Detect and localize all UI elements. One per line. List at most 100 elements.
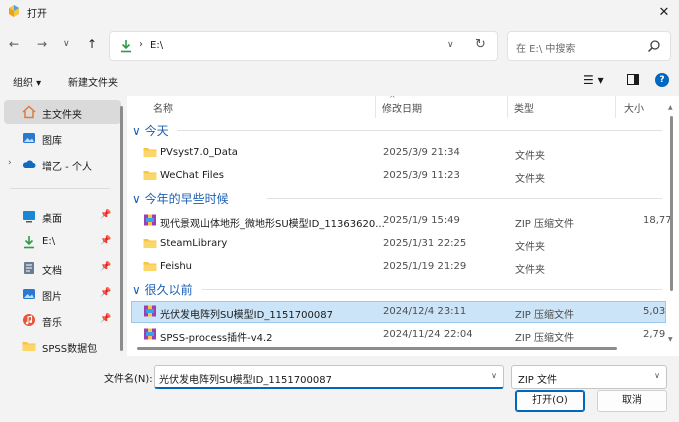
file-name: 现代景观山体地形_微地形SU模型ID_11363620... xyxy=(160,219,385,230)
sidebar-item-label: 桌面 xyxy=(42,214,62,225)
file-type: 文件夹 xyxy=(515,242,545,253)
file-name: SPSS-process插件-v4.2 xyxy=(160,333,273,344)
filename-input[interactable]: 光伏发电阵列SU模型ID_1151700087 ∨ xyxy=(154,365,504,389)
file-type: ZIP 压缩文件 xyxy=(515,219,575,230)
group-divider xyxy=(267,198,662,199)
list-item[interactable]: SteamLibrary 2025/1/31 22:25 文件夹 xyxy=(131,233,666,255)
sidebar-scrollbar[interactable] xyxy=(120,106,123,351)
file-date: 2025/3/9 11:23 xyxy=(383,170,460,181)
file-date: 2025/1/9 15:49 xyxy=(383,215,460,226)
download-icon xyxy=(24,236,34,249)
sidebar-item-label: E:\ xyxy=(42,236,56,247)
preview-pane-icon[interactable] xyxy=(627,74,639,85)
group-header-long-ago[interactable]: ∨ 很久以前 xyxy=(132,281,193,298)
address-bar[interactable]: › E:\ ∨ ↻ xyxy=(109,31,498,61)
column-header-size[interactable]: 大小 xyxy=(624,100,644,115)
desktop-icon xyxy=(23,211,35,223)
breadcrumb-separator[interactable]: › xyxy=(139,39,143,50)
folder-icon xyxy=(143,171,157,180)
file-type: ZIP 压缩文件 xyxy=(515,333,575,344)
recent-locations-button[interactable]: ∨ xyxy=(63,39,70,49)
breadcrumb-path[interactable]: E:\ xyxy=(150,40,163,51)
chevron-down-icon: ∨ xyxy=(654,371,660,380)
group-divider xyxy=(202,289,662,290)
scroll-up-arrow-icon[interactable]: ▲ xyxy=(668,104,673,111)
music-icon xyxy=(23,314,35,326)
scrollbar-thumb[interactable] xyxy=(670,116,673,291)
open-button[interactable]: 打开(O) xyxy=(515,390,585,412)
file-list: ^ 名称 修改日期 类型 大小 ∨ 今天 PVsyst7.0_Data 2025… xyxy=(127,96,679,356)
folder-icon xyxy=(143,262,157,271)
list-item[interactable]: SPSS-process插件-v4.2 2024/11/24 22:04 ZIP… xyxy=(131,324,666,346)
folder-icon xyxy=(22,342,36,351)
list-item-selected[interactable]: 光伏发电阵列SU模型ID_1151700087 2024/12/4 23:11 … xyxy=(131,301,666,323)
filename-value[interactable]: 光伏发电阵列SU模型ID_1151700087 xyxy=(159,371,332,386)
app-icon xyxy=(9,5,19,17)
file-type: ZIP 压缩文件 xyxy=(515,310,575,321)
search-input[interactable]: 在 E:\ 中搜索 xyxy=(507,31,671,61)
sidebar-item-e-drive[interactable]: E:\ 📌 xyxy=(0,230,121,254)
horizontal-scrollbar[interactable] xyxy=(137,347,617,350)
pin-icon: 📌 xyxy=(100,288,112,298)
forward-button[interactable]: → xyxy=(37,37,47,51)
home-icon xyxy=(22,105,36,119)
file-size: 5,03 xyxy=(643,306,666,317)
list-item[interactable]: 现代景观山体地形_微地形SU模型ID_11363620... 2025/1/9 … xyxy=(131,210,672,232)
help-icon[interactable]: ? xyxy=(655,73,669,87)
filetype-select[interactable]: ZIP 文件 ∨ xyxy=(511,365,667,389)
file-name: WeChat Files xyxy=(160,170,224,181)
sidebar-item-gallery[interactable]: 图库 xyxy=(0,126,121,150)
sidebar-item-spss[interactable]: SPSS数据包 xyxy=(0,334,121,358)
column-header-date[interactable]: 修改日期 xyxy=(382,100,422,115)
expand-chevron-icon[interactable]: › xyxy=(8,158,12,168)
list-item[interactable]: Feishu 2025/1/19 21:29 文件夹 xyxy=(131,256,666,278)
file-date: 2025/3/9 21:34 xyxy=(383,147,460,158)
cancel-button[interactable]: 取消 xyxy=(597,390,667,412)
list-item[interactable]: PVsyst7.0_Data 2025/3/9 21:34 文件夹 xyxy=(131,142,666,164)
file-name: Feishu xyxy=(160,261,193,272)
collapse-chevron-icon: ∨ xyxy=(132,283,141,297)
filetype-value: ZIP 文件 xyxy=(518,375,558,386)
zip-archive-icon xyxy=(144,214,156,226)
group-label: 今年的早些时候 xyxy=(144,192,229,206)
refresh-button[interactable]: ↻ xyxy=(475,37,486,52)
back-button[interactable]: ← xyxy=(9,37,19,51)
address-row: ← → ∨ ↑ › E:\ ∨ ↻ 在 E:\ 中搜索 xyxy=(0,28,679,64)
group-header-earlier-this-year[interactable]: ∨ 今年的早些时候 xyxy=(132,190,229,207)
search-icon[interactable] xyxy=(647,39,661,53)
scroll-down-arrow-icon[interactable]: ▼ xyxy=(668,336,673,343)
address-dropdown-button[interactable]: ∨ xyxy=(447,40,454,50)
sidebar-item-label: SPSS数据包 xyxy=(42,344,98,355)
chevron-down-icon[interactable]: ∨ xyxy=(491,371,497,380)
sidebar-item-home[interactable]: 主文件夹 xyxy=(4,100,121,124)
pictures-icon xyxy=(23,289,35,299)
filename-label: 文件名(N): xyxy=(104,374,153,385)
up-button[interactable]: ↑ xyxy=(87,37,97,51)
new-folder-button[interactable]: 新建文件夹 xyxy=(68,74,118,89)
column-header-name[interactable]: 名称 xyxy=(153,100,173,115)
organize-menu-button[interactable]: 组织 ▾ xyxy=(13,74,41,89)
column-divider[interactable] xyxy=(375,96,376,118)
close-button[interactable]: ✕ xyxy=(649,0,679,24)
group-header-today[interactable]: ∨ 今天 xyxy=(132,122,169,139)
column-header-type[interactable]: 类型 xyxy=(514,100,534,115)
sidebar-item-documents[interactable]: 文档 📌 xyxy=(0,256,121,280)
zip-archive-icon xyxy=(144,305,156,317)
view-options-button[interactable]: ☰ ▾ xyxy=(583,73,604,87)
search-placeholder: 在 E:\ 中搜索 xyxy=(516,44,576,55)
folder-icon xyxy=(143,239,157,248)
sidebar-item-onedrive[interactable]: › 增乙 - 个人 xyxy=(0,152,121,176)
list-item[interactable]: WeChat Files 2025/3/9 11:23 文件夹 xyxy=(131,165,666,187)
sidebar-item-label: 文档 xyxy=(42,266,62,277)
gallery-icon xyxy=(23,133,35,143)
sidebar-item-music[interactable]: 音乐 📌 xyxy=(0,308,121,332)
column-divider[interactable] xyxy=(507,96,508,118)
command-bar: 组织 ▾ 新建文件夹 ☰ ▾ ? xyxy=(0,66,679,94)
file-type: 文件夹 xyxy=(515,151,545,162)
navigation-pane: 主文件夹 图库 › 增乙 - 个人 桌面 📌 E:\ 📌 文档 📌 图片 📌 音… xyxy=(0,96,127,356)
column-divider[interactable] xyxy=(615,96,616,118)
sidebar-item-desktop[interactable]: 桌面 📌 xyxy=(0,204,121,228)
vertical-scrollbar[interactable]: ▲ ▼ xyxy=(667,104,675,344)
file-date: 2025/1/31 22:25 xyxy=(383,238,467,249)
sidebar-item-pictures[interactable]: 图片 📌 xyxy=(0,282,121,306)
